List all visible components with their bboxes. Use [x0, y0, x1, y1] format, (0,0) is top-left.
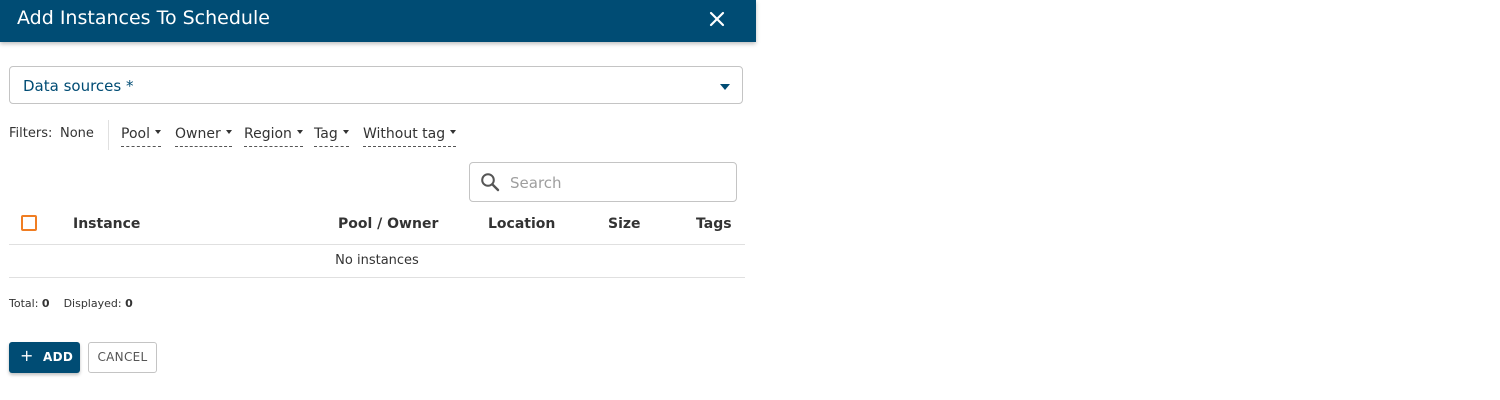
table-header: Instance Pool / Owner Location Size Tags [9, 205, 745, 245]
data-sources-select[interactable]: Data sources * [9, 66, 743, 104]
dialog-title: Add Instances To Schedule [17, 7, 270, 29]
column-size[interactable]: Size [608, 216, 641, 232]
caret-down-icon [450, 130, 457, 134]
filter-region-label: Region [244, 126, 292, 142]
dialog-header: Add Instances To Schedule [0, 0, 756, 42]
caret-down-icon [154, 130, 161, 134]
add-button[interactable]: + ADD [9, 342, 80, 373]
search-icon [481, 173, 500, 192]
select-all-checkbox[interactable] [21, 215, 37, 231]
filter-tag-label: Tag [314, 126, 338, 142]
search-box [469, 162, 737, 202]
filters-bar: Filters: None Pool Owner Region Tag With… [9, 118, 749, 150]
column-instance[interactable]: Instance [73, 216, 140, 232]
dropdown-arrow-icon [720, 84, 730, 90]
caret-down-icon [342, 130, 349, 134]
add-button-label: ADD [43, 350, 74, 364]
filter-pool-label: Pool [121, 126, 150, 142]
plus-icon: + [20, 346, 34, 365]
close-button[interactable] [704, 6, 730, 32]
caret-down-icon [296, 130, 303, 134]
filter-pool[interactable]: Pool [121, 126, 161, 147]
add-instances-dialog: Add Instances To Schedule Data sources *… [0, 0, 756, 400]
cancel-button[interactable]: CANCEL [88, 342, 157, 373]
data-sources-label: Data sources * [23, 77, 134, 95]
total-value: 0 [41, 297, 50, 310]
table-summary: Total: 0 Displayed: 0 [9, 297, 133, 310]
column-tags: Tags [696, 216, 732, 232]
filters-divider [108, 120, 109, 150]
total-label: Total: [9, 297, 39, 310]
table-empty-row: No instances [9, 245, 745, 278]
search-input[interactable] [508, 171, 732, 195]
filter-region[interactable]: Region [244, 126, 303, 147]
filters-active-value: None [60, 126, 94, 141]
filter-without-tag[interactable]: Without tag [363, 126, 457, 147]
column-location[interactable]: Location [488, 216, 555, 232]
filter-owner[interactable]: Owner [175, 126, 232, 147]
displayed-label: Displayed: [63, 297, 122, 310]
caret-down-icon [225, 130, 232, 134]
column-pool-owner[interactable]: Pool / Owner [338, 216, 438, 232]
filter-tag[interactable]: Tag [314, 126, 349, 147]
filter-without-tag-label: Without tag [363, 126, 446, 142]
filters-label: Filters: [9, 126, 53, 141]
filter-owner-label: Owner [175, 126, 221, 142]
displayed-value: 0 [125, 297, 133, 310]
close-icon [709, 11, 725, 27]
empty-message: No instances [335, 253, 419, 268]
